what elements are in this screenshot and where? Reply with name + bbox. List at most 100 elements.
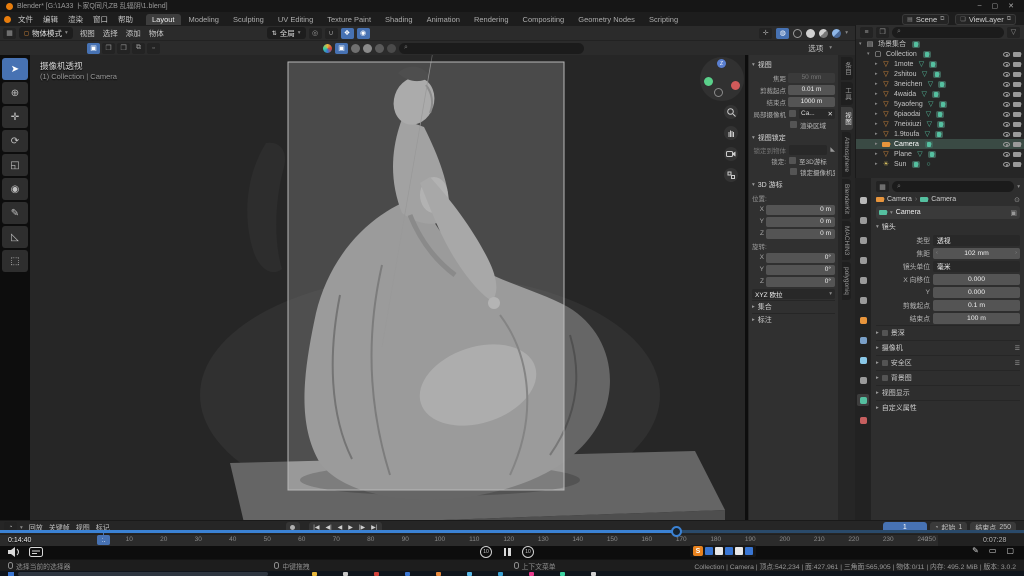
camera-view-icon[interactable] (724, 147, 738, 161)
taskbar-app-icon[interactable] (374, 572, 379, 576)
render-visibility-icon[interactable] (1013, 82, 1021, 87)
navigation-gizmo[interactable]: Z (700, 57, 744, 101)
menu-item[interactable]: 帮助 (113, 15, 138, 24)
perspective-toggle-icon[interactable] (724, 168, 738, 182)
tool-button[interactable]: ◱ (2, 154, 28, 176)
hide-eye-icon[interactable] (1003, 142, 1010, 147)
properties-editor-icon[interactable]: ▦ (876, 181, 889, 192)
axis-x-icon[interactable] (731, 81, 740, 90)
render-visibility-icon[interactable] (1013, 122, 1021, 127)
workspace-tab[interactable]: UV Editing (272, 14, 319, 25)
pip-icon[interactable]: ▭ (989, 546, 997, 555)
lens-field[interactable]: 结束点 ‹100 m› (876, 312, 1020, 324)
hide-eye-icon[interactable] (1003, 62, 1010, 67)
ime-emoji-icon[interactable] (725, 547, 733, 555)
outliner-row[interactable]: ▸ ▤ ▢ ▽ ☀ Camera ▽ ○ ✓ (856, 139, 1024, 149)
properties-tab[interactable] (857, 214, 869, 226)
render-region-row[interactable]: 渲染区域 (752, 119, 835, 130)
axis-y-icon[interactable] (704, 77, 713, 86)
properties-filter-icon[interactable]: ▾ (1017, 184, 1020, 190)
fake-user-shield-icon[interactable]: ▣ (1010, 209, 1017, 217)
viewport-menu-item[interactable]: 物体 (145, 28, 168, 39)
tool-button[interactable]: ◺ (2, 226, 28, 248)
hide-eye-icon[interactable] (1003, 112, 1010, 117)
properties-tab[interactable] (857, 394, 869, 406)
outliner-item-name[interactable]: 4waida (892, 91, 916, 98)
collapsed-panel[interactable]: ▸ 景深 ☰ (876, 325, 1020, 340)
hide-eye-icon[interactable] (1003, 102, 1010, 107)
properties-tab[interactable] (857, 194, 869, 206)
outliner-item-name[interactable]: Sun (892, 161, 906, 168)
rewind-10-icon[interactable]: 10 (480, 546, 492, 558)
render-visibility-icon[interactable] (1013, 102, 1021, 107)
outliner-row[interactable]: ▸ ▤ ▢ ▽ ☀ 3neichen ▽ ○ ✓ (856, 79, 1024, 89)
hide-eye-icon[interactable] (1003, 72, 1010, 77)
studiolight-1-icon[interactable] (351, 44, 360, 53)
outliner-item-name[interactable]: Plane (892, 151, 912, 158)
workspace-tab[interactable]: Shading (379, 14, 419, 25)
taskbar-app-icon[interactable] (343, 572, 348, 576)
axis-z-icon[interactable]: Z (717, 59, 726, 68)
axis-field[interactable]: Z0° (752, 276, 835, 287)
volume-icon[interactable] (8, 547, 21, 557)
proportional-edit-button[interactable]: ◉ (357, 28, 370, 39)
local-camera-checkbox[interactable] (789, 110, 796, 117)
viewport-menu-item[interactable]: 选择 (99, 28, 122, 39)
snap-magnet-icon[interactable]: ∪ (325, 28, 338, 39)
properties-tab[interactable] (857, 374, 869, 386)
panel-list-icon[interactable]: ☰ (1015, 345, 1020, 352)
zoom-icon[interactable] (724, 105, 738, 119)
hide-eye-icon[interactable] (1003, 132, 1010, 137)
lock-3d-cursor-checkbox[interactable] (789, 157, 796, 164)
pan-hand-icon[interactable] (724, 126, 738, 140)
taskbar-search-input[interactable] (18, 572, 268, 576)
axis-field[interactable]: X0° (752, 252, 835, 263)
hide-eye-icon[interactable] (1003, 122, 1010, 127)
studiolight-4-icon[interactable] (387, 44, 396, 53)
panel-field[interactable]: 焦距50 mm (752, 72, 835, 83)
hide-eye-icon[interactable] (1003, 162, 1010, 167)
taskbar-app-icon[interactable] (405, 572, 410, 576)
axis-field[interactable]: Z0 m (752, 228, 835, 239)
outliner-display-mode-button[interactable]: ≡ (860, 27, 873, 38)
lock-object-field[interactable] (789, 145, 827, 155)
datablock-selector[interactable]: ▾ Camera ▣ (876, 206, 1020, 219)
visibility-toggle-1[interactable]: ▣ (87, 43, 100, 54)
outliner-row[interactable]: ▸ ▤ ▢ ▽ ☀ 1mote ▽ ○ ✓ (856, 59, 1024, 69)
viewport-3d[interactable] (30, 55, 745, 520)
tool-button[interactable]: ◉ (2, 178, 28, 200)
outliner-item-name[interactable]: 6piaodai (892, 111, 920, 118)
axis-field[interactable]: Y0° (752, 264, 835, 275)
lens-field[interactable]: 镜头单位 ‹毫米› (876, 260, 1020, 272)
cursor-panel-header[interactable]: ▾3D 游标 (752, 179, 835, 191)
workspace-tab[interactable]: Texture Paint (321, 14, 377, 25)
properties-tab[interactable] (857, 254, 869, 266)
blender-logo-icon[interactable] (4, 16, 11, 23)
lens-field[interactable]: Y ‹0.000› (876, 286, 1020, 298)
sidebar-tab[interactable]: polygoniq (842, 262, 851, 300)
outliner-item-name[interactable]: Collection (884, 51, 917, 58)
outliner-item-name[interactable]: Camera (892, 141, 919, 148)
properties-tab[interactable] (857, 414, 869, 426)
render-visibility-icon[interactable] (1013, 112, 1021, 117)
outliner-item-name[interactable]: 1mote (892, 61, 913, 68)
render-visibility-icon[interactable] (1013, 142, 1021, 147)
note-icon[interactable]: ✎ (972, 546, 979, 555)
properties-tab[interactable] (857, 294, 869, 306)
minimize-button[interactable]: – (978, 2, 982, 10)
hide-eye-icon[interactable] (1003, 82, 1010, 87)
filter-icon[interactable]: ▽ (1007, 27, 1020, 38)
render-region-checkbox[interactable] (790, 121, 797, 128)
outliner-row[interactable]: ▸ ▤ ▢ ▽ ☀ 1.9toufa ▽ ○ ✓ (856, 129, 1024, 139)
axis-field[interactable]: X0 m (752, 204, 835, 215)
mode-select[interactable]: ◻物体模式▾ (19, 27, 73, 39)
options-button[interactable]: 选项 (804, 43, 827, 54)
lens-panel-header[interactable]: ▾镜头 (876, 221, 1020, 233)
breadcrumb-data[interactable]: Camera (931, 196, 956, 203)
studiolight-2-icon[interactable] (363, 44, 372, 53)
pause-icon[interactable] (501, 546, 513, 558)
visibility-toggle-4[interactable]: ⧉ (132, 43, 145, 54)
tool-button[interactable]: ⬚ (2, 250, 28, 272)
maximize-button[interactable]: ▢ (992, 2, 999, 10)
rotation-mode-select[interactable]: XYZ 欧拉▾ (752, 288, 835, 299)
